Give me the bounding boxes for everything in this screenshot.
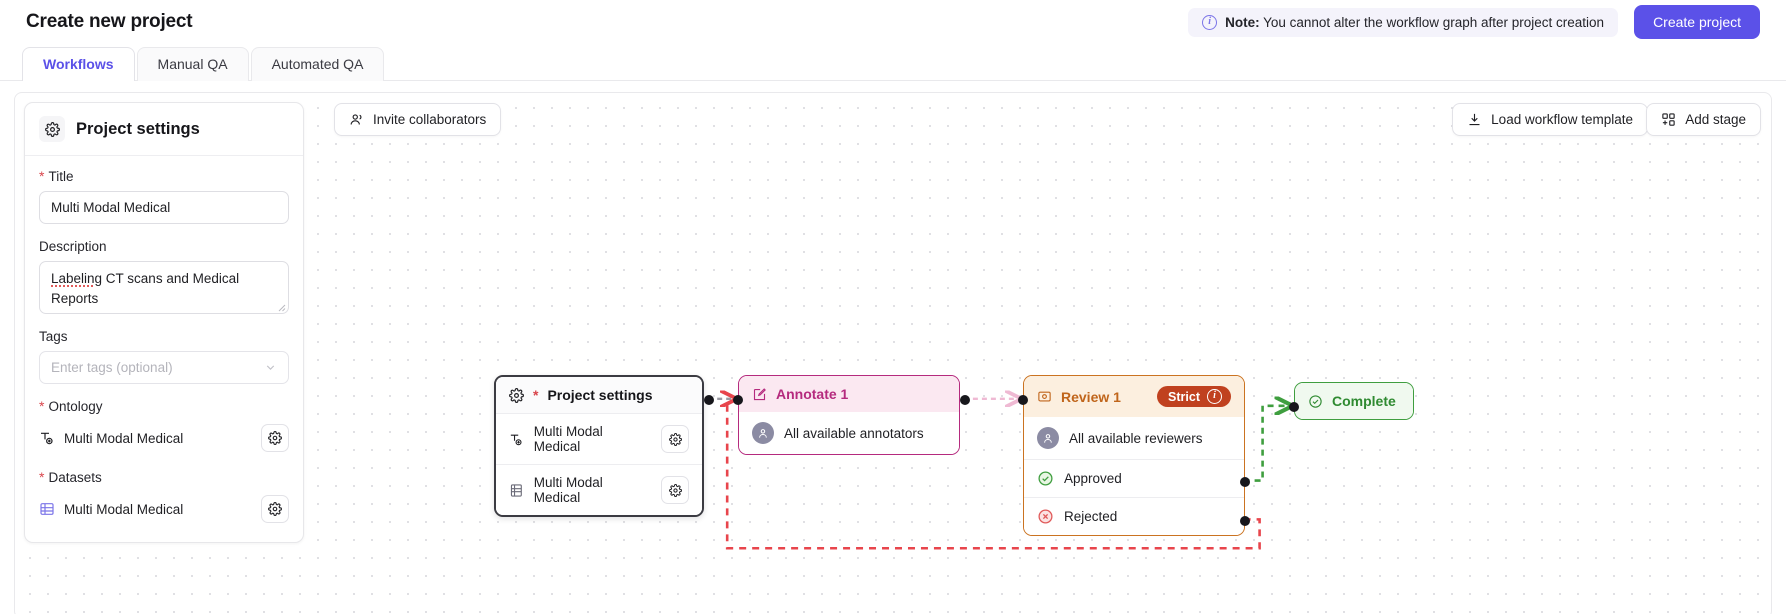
- port-project-out[interactable]: [704, 395, 714, 405]
- tab-manual-qa[interactable]: Manual QA: [136, 47, 249, 81]
- description-field-label: Description: [39, 239, 107, 254]
- workflow-canvas[interactable]: Project settings * Title Description Lab…: [14, 92, 1772, 614]
- required-marker: *: [39, 168, 45, 184]
- dataset-icon: [510, 483, 522, 497]
- node-row-dataset[interactable]: Multi Modal Medical: [496, 464, 702, 515]
- check-circle-icon: [1309, 394, 1322, 408]
- tags-field-label: Tags: [39, 329, 68, 344]
- add-stage-label: Add stage: [1685, 112, 1746, 127]
- node-row-label: Multi Modal Medical: [533, 424, 603, 454]
- node-dataset-settings-button[interactable]: [661, 476, 689, 504]
- tab-automated-qa[interactable]: Automated QA: [250, 47, 385, 81]
- workflow-note: i Note: You cannot alter the workflow gr…: [1188, 7, 1619, 37]
- dataset-settings-button[interactable]: [261, 495, 289, 523]
- node-row-label: All available annotators: [784, 425, 924, 441]
- tags-placeholder: Enter tags (optional): [51, 360, 173, 375]
- port-annotate-out[interactable]: [960, 395, 970, 405]
- node-header: * Project settings: [496, 377, 702, 414]
- node-title: Complete: [1332, 393, 1396, 409]
- add-stage-icon: [1662, 113, 1675, 126]
- tab-bar: Workflows Manual QA Automated QA: [0, 44, 1786, 82]
- node-row-reviewers[interactable]: All available reviewers: [1024, 417, 1244, 459]
- project-settings-panel: Project settings * Title Description Lab…: [24, 102, 304, 543]
- gear-icon: [509, 387, 524, 403]
- load-workflow-template-label: Load workflow template: [1491, 112, 1633, 127]
- ontology-icon: [41, 432, 53, 445]
- ontology-icon: [510, 434, 522, 445]
- info-icon[interactable]: i: [1207, 389, 1222, 404]
- ontology-settings-button[interactable]: [261, 424, 289, 452]
- required-marker: *: [39, 469, 45, 485]
- node-row-ontology[interactable]: Multi Modal Medical: [496, 414, 702, 464]
- node-title: Annotate 1: [776, 386, 849, 402]
- datasets-row: Multi Modal Medical: [39, 492, 289, 526]
- page-title: Create new project: [26, 11, 193, 32]
- users-avatar-icon: [1037, 427, 1059, 449]
- header-actions: i Note: You cannot alter the workflow gr…: [1188, 5, 1760, 39]
- x-circle-icon: [1038, 509, 1053, 524]
- gear-icon: [39, 116, 65, 142]
- graph-node-annotate-1[interactable]: Annotate 1 All available annotators: [738, 375, 960, 455]
- node-header: Complete: [1295, 383, 1413, 419]
- load-workflow-template-button[interactable]: Load workflow template: [1452, 103, 1648, 136]
- ontology-value: Multi Modal Medical: [64, 430, 184, 446]
- graph-node-review-1[interactable]: Review 1 Strict i All available reviewer…: [1023, 375, 1245, 536]
- panel-title: Project settings: [76, 119, 200, 138]
- port-approved-out[interactable]: [1240, 477, 1250, 487]
- dataset-icon: [40, 503, 54, 515]
- node-row-rejected[interactable]: Rejected: [1024, 497, 1244, 535]
- tags-select[interactable]: Enter tags (optional): [39, 351, 289, 384]
- dataset-value: Multi Modal Medical: [64, 501, 184, 517]
- graph-node-project-settings[interactable]: * Project settings Multi Modal Medical M…: [494, 375, 704, 517]
- node-row-label: Rejected: [1064, 509, 1118, 524]
- port-review-in[interactable]: [1018, 395, 1028, 405]
- required-marker: *: [533, 387, 539, 403]
- review-icon: [1038, 391, 1051, 402]
- node-header: Review 1 Strict i: [1024, 376, 1244, 417]
- description-misspelled-word: Labeling: [51, 271, 103, 286]
- node-row-label: All available reviewers: [1069, 430, 1203, 446]
- project-settings-body: * Title Description Labeling CT scans an…: [25, 156, 303, 542]
- add-stage-button[interactable]: Add stage: [1646, 103, 1761, 136]
- node-title: Review 1: [1061, 388, 1121, 405]
- check-circle-icon: [1038, 471, 1053, 486]
- invite-collaborators-label: Invite collaborators: [373, 112, 487, 127]
- port-complete-in[interactable]: [1289, 402, 1299, 412]
- title-input[interactable]: [39, 191, 289, 224]
- note-text: You cannot alter the workflow graph afte…: [1263, 14, 1605, 30]
- users-avatar-icon: [752, 422, 774, 444]
- port-rejected-out[interactable]: [1240, 516, 1250, 526]
- strict-badge[interactable]: Strict i: [1157, 386, 1231, 407]
- node-row-label: Multi Modal Medical: [533, 475, 603, 505]
- strict-badge-label: Strict: [1168, 389, 1200, 404]
- invite-collaborators-button[interactable]: Invite collaborators: [334, 103, 502, 136]
- tab-workflows[interactable]: Workflows: [22, 47, 135, 82]
- node-title: Project settings: [547, 387, 653, 403]
- project-settings-header: Project settings: [25, 103, 303, 156]
- port-annotate-in[interactable]: [733, 395, 743, 405]
- people-icon: [350, 114, 362, 125]
- graph-node-complete[interactable]: Complete: [1294, 382, 1414, 420]
- node-ontology-settings-button[interactable]: [661, 425, 689, 453]
- page-header: Create new project i Note: You cannot al…: [0, 0, 1786, 44]
- description-input[interactable]: Labeling CT scans and Medical Reports: [39, 261, 289, 314]
- chevron-down-icon: [266, 365, 275, 370]
- required-marker: *: [39, 398, 45, 414]
- title-field-label: * Title: [39, 168, 74, 184]
- download-icon: [1469, 113, 1480, 126]
- node-row-approved[interactable]: Approved: [1024, 459, 1244, 497]
- datasets-field-label: * Datasets: [39, 469, 102, 485]
- info-icon: i: [1202, 14, 1218, 30]
- create-project-button[interactable]: Create project: [1634, 5, 1760, 39]
- ontology-field-label: * Ontology: [39, 398, 103, 414]
- note-label: Note:: [1225, 14, 1260, 30]
- ontology-row: Multi Modal Medical: [39, 421, 289, 455]
- resize-grip-icon[interactable]: [276, 302, 286, 312]
- node-header: Annotate 1: [739, 376, 959, 412]
- node-row-annotators[interactable]: All available annotators: [739, 412, 959, 454]
- annotate-icon: [753, 387, 766, 400]
- node-row-label: Approved: [1064, 471, 1122, 486]
